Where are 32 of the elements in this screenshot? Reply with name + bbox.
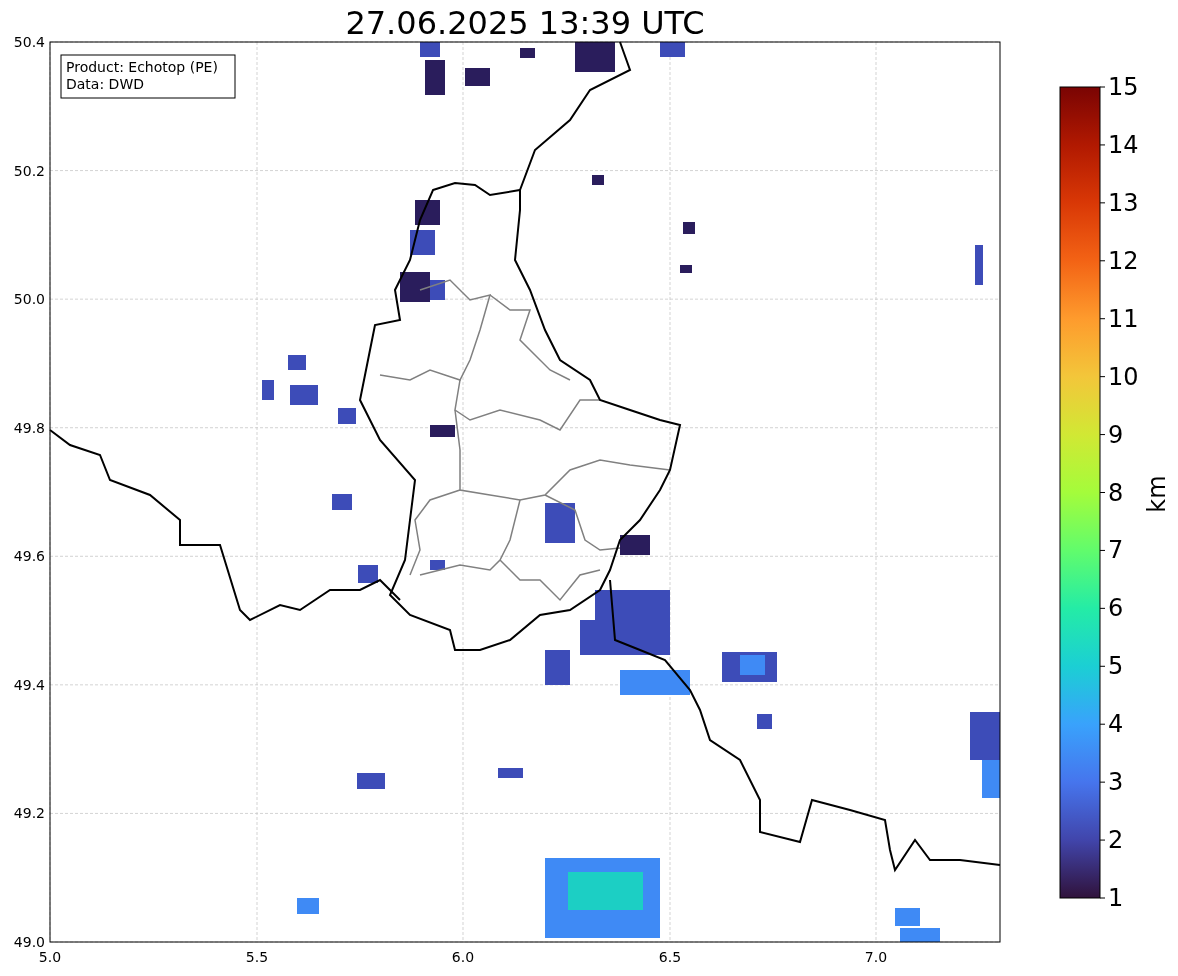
colorbar-tick-label: 5: [1108, 652, 1124, 681]
colorbar-tick-label: 7: [1108, 536, 1124, 565]
y-tick-label: 50.0: [13, 291, 45, 308]
y-tick-label: 50.2: [13, 162, 45, 179]
info-text: Data: DWD: [66, 76, 144, 92]
x-tick-label: 5.0: [38, 949, 62, 965]
info-text: Product: Echotop (PE): [66, 59, 218, 75]
y-tick-label: 49.0: [13, 934, 45, 950]
x-tick-label: 5.5: [245, 949, 269, 965]
colorbar-tick-label: 15: [1108, 73, 1139, 101]
y-tick-label: 49.6: [13, 548, 45, 565]
y-tick-label: 49.8: [13, 419, 45, 436]
colorbar-tick-label: 8: [1108, 478, 1124, 507]
colorbar-label: km: [1143, 475, 1171, 513]
colorbar-tick-label: 3: [1108, 768, 1124, 797]
chart-title: 27.06.2025 13:39 UTC: [345, 4, 705, 42]
colorbar-tick-label: 12: [1108, 246, 1139, 275]
colorbar-tick-label: 11: [1108, 304, 1139, 333]
colorbar-tick-label: 14: [1108, 130, 1139, 159]
x-tick-label: 6.5: [658, 949, 682, 965]
colorbar-tick-label: 1: [1108, 884, 1124, 912]
colorbar-tick-label: 13: [1108, 188, 1139, 217]
colorbar-tick-label: 2: [1108, 826, 1124, 855]
colorbar-tick-label: 9: [1108, 420, 1124, 449]
x-tick-label: 7.0: [864, 949, 888, 965]
colorbar-tick-label: 4: [1108, 710, 1124, 739]
colorbar-tick-label: 10: [1108, 362, 1139, 391]
y-tick-label: 49.2: [13, 805, 45, 822]
x-tick-label: 6.0: [451, 949, 475, 965]
y-tick-label: 49.4: [13, 676, 45, 693]
y-tick-label: 50.4: [13, 34, 45, 50]
colorbar-tick-label: 6: [1108, 594, 1124, 623]
